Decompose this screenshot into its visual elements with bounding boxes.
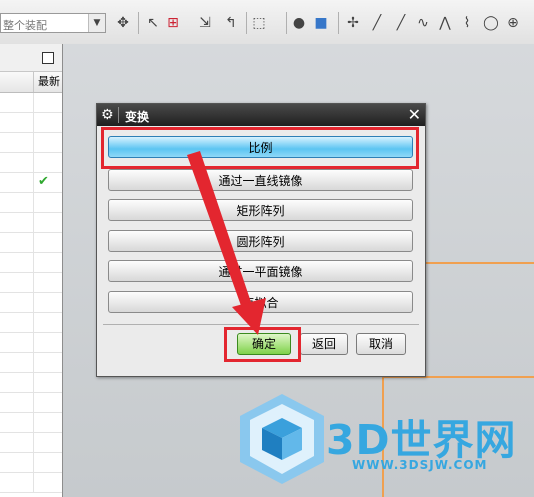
dialog-title: 变换	[125, 110, 150, 124]
table-row[interactable]	[0, 173, 62, 193]
spline-icon[interactable]: ∿	[414, 14, 432, 32]
polyline-icon[interactable]: ⋀	[436, 14, 454, 32]
point-icon[interactable]: ⊞	[164, 14, 182, 32]
table-row[interactable]	[0, 393, 62, 413]
table-row[interactable]	[0, 253, 62, 273]
table-row[interactable]	[0, 293, 62, 313]
circular-array-button[interactable]: 圆形阵列	[108, 230, 413, 252]
cube-icon[interactable]: ■	[312, 14, 330, 32]
table-row[interactable]	[0, 453, 62, 473]
navigator-top-bar	[0, 44, 62, 72]
circle-icon[interactable]: ◯	[482, 14, 500, 32]
cancel-button[interactable]: 取消	[356, 333, 406, 355]
table-row[interactable]	[0, 133, 62, 153]
toolbar-separator	[138, 12, 139, 34]
select-icon[interactable]: ↖	[144, 14, 162, 32]
table-row[interactable]	[0, 193, 62, 213]
dialog-divider	[103, 324, 419, 325]
table-row[interactable]	[0, 113, 62, 133]
table-row[interactable]	[0, 333, 62, 353]
line-icon[interactable]: ╱	[392, 14, 410, 32]
highlight-box-scale	[101, 127, 419, 169]
curve-icon[interactable]: ⌇	[458, 14, 476, 32]
chevron-down-icon[interactable]: ▼	[88, 14, 105, 32]
table-row[interactable]	[0, 153, 62, 173]
part-navigator-panel: 最新 ✔	[0, 44, 63, 497]
main-toolbar: 整个装配 ▼ ✥ ↖ ⊞ ⇲ ↰ ⬚ ● ■ ✢ ╱ ╱ ∿ ⋀ ⌇ ◯ ⊕	[0, 0, 534, 45]
table-row[interactable]	[0, 353, 62, 373]
watermark: 3D世界网 WWW.3DSJW.COM	[228, 384, 534, 497]
table-row[interactable]	[0, 93, 62, 113]
close-icon[interactable]: ✕	[408, 105, 421, 125]
move-icon[interactable]: ✢	[344, 14, 362, 32]
move-icon[interactable]: ⇲	[196, 14, 214, 32]
column-header-latest[interactable]: 最新	[33, 72, 62, 92]
navigator-table-header: 最新	[0, 72, 62, 93]
table-row[interactable]	[0, 273, 62, 293]
sphere-icon[interactable]: ●	[290, 14, 308, 32]
table-row[interactable]	[0, 313, 62, 333]
watermark-url: WWW.3DSJW.COM	[352, 458, 488, 472]
watermark-title: 3D世界网	[326, 416, 517, 464]
line-icon[interactable]: ╱	[368, 14, 386, 32]
table-row[interactable]	[0, 233, 62, 253]
table-row[interactable]	[0, 213, 62, 233]
rectangular-array-button[interactable]: 矩形阵列	[108, 199, 413, 221]
table-row[interactable]	[0, 373, 62, 393]
check-icon: ✔	[38, 174, 49, 189]
gear-icon[interactable]: ⚙	[101, 106, 114, 124]
box-select-icon[interactable]: ⬚	[250, 14, 268, 32]
back-button[interactable]: 返回	[300, 333, 348, 355]
target-icon[interactable]: ⊕	[504, 14, 522, 32]
datum-line	[424, 262, 534, 264]
toolbar-separator	[286, 12, 287, 34]
toolbar-separator	[246, 12, 247, 34]
mirror-through-line-button[interactable]: 通过一直线镜像	[108, 169, 413, 191]
dialog-title-bar[interactable]: ⚙ 变换 ✕	[97, 104, 425, 126]
selection-filter-value: 整个装配	[3, 19, 47, 32]
mirror-through-plane-button[interactable]: 通过一平面镜像	[108, 260, 413, 282]
sketch-icon[interactable]: ↰	[222, 14, 240, 32]
toolbar-separator	[338, 12, 339, 34]
table-row[interactable]	[0, 433, 62, 453]
title-separator	[118, 107, 119, 123]
point-fit-button[interactable]: 点拟合	[108, 291, 413, 313]
cube-logo-icon	[240, 394, 324, 484]
maximize-checkbox[interactable]	[42, 52, 54, 64]
selection-filter-dropdown[interactable]: 整个装配 ▼	[0, 13, 106, 33]
table-row[interactable]	[0, 473, 62, 493]
table-row[interactable]	[0, 413, 62, 433]
highlight-box-ok	[224, 327, 301, 362]
snap-icon[interactable]: ✥	[114, 14, 132, 32]
